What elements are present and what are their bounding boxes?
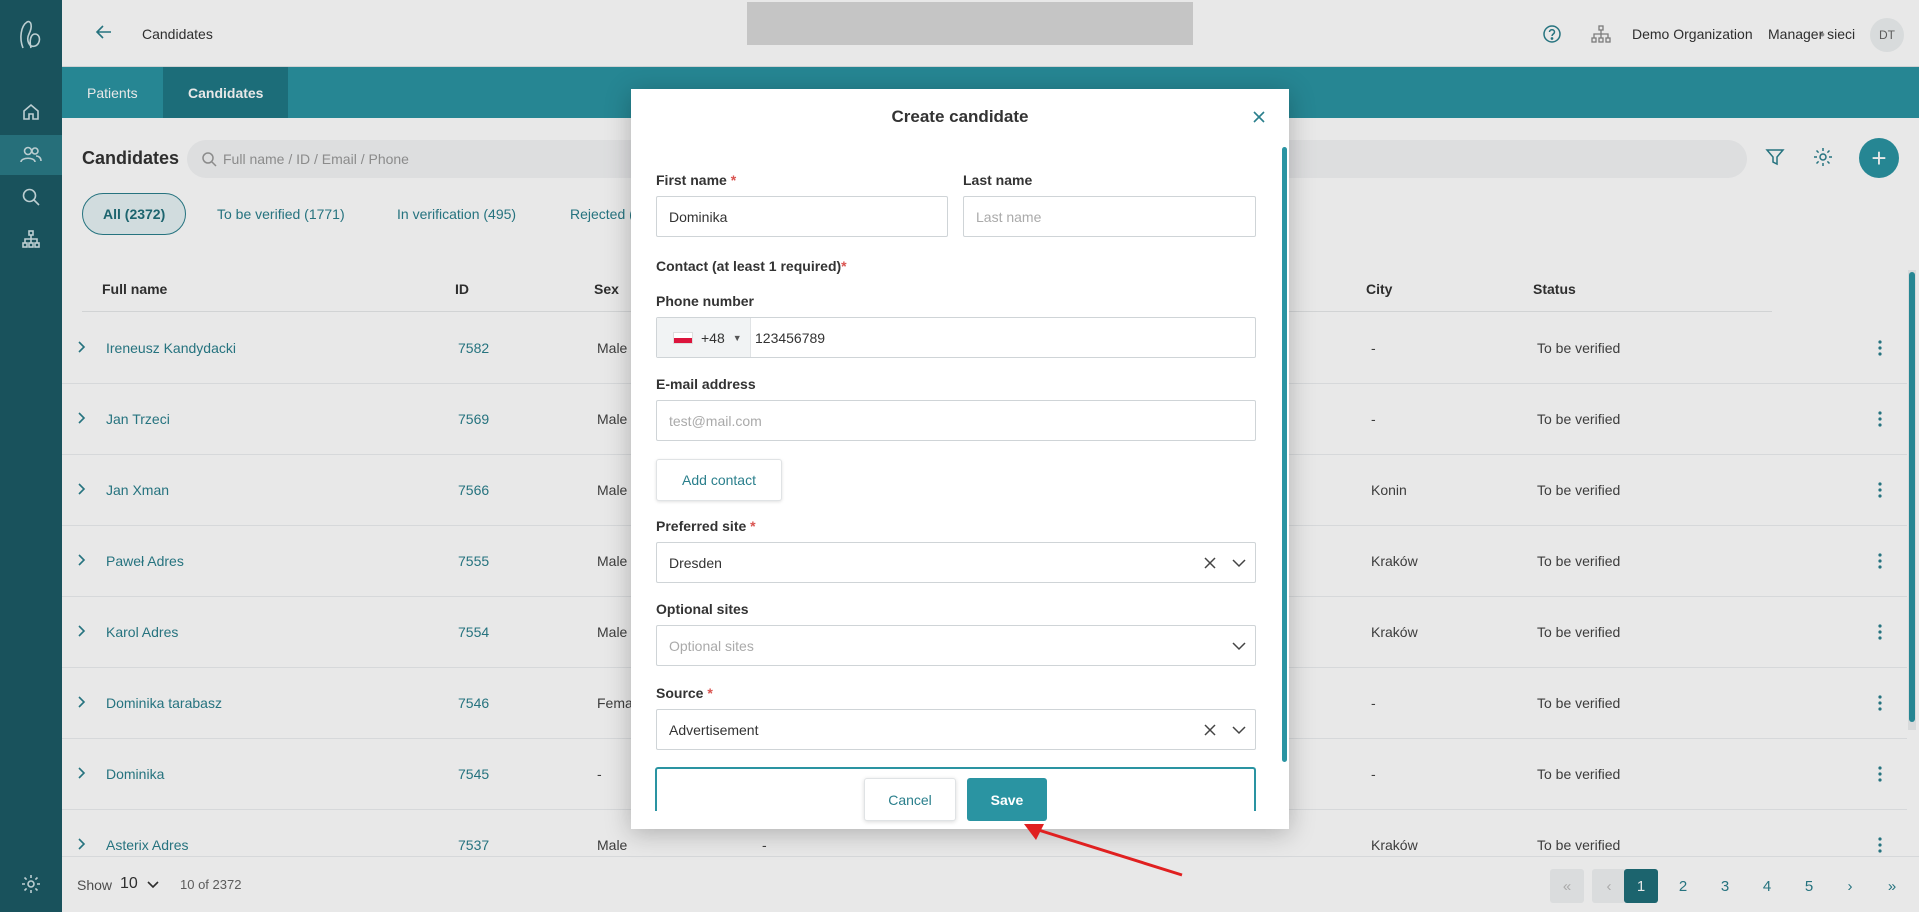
- preferred-site-label: Preferred site *: [656, 518, 756, 534]
- email-field[interactable]: test@mail.com: [656, 400, 1256, 441]
- country-code-select[interactable]: +48 ▼: [657, 318, 751, 357]
- source-label: Source *: [656, 685, 713, 701]
- cancel-button[interactable]: Cancel: [864, 778, 956, 821]
- preferred-site-value: Dresden: [669, 555, 722, 571]
- first-name-field[interactable]: Dominika: [656, 196, 948, 237]
- save-button[interactable]: Save: [967, 778, 1047, 821]
- poland-flag-icon: [673, 331, 693, 344]
- last-name-field[interactable]: Last name: [963, 196, 1256, 237]
- clear-icon[interactable]: [1203, 723, 1217, 737]
- phone-number-value: 123456789: [755, 330, 826, 346]
- first-name-value: Dominika: [669, 209, 728, 225]
- first-name-label: First name *: [656, 172, 737, 188]
- chevron-down-icon[interactable]: [1231, 557, 1247, 569]
- country-code-value: +48: [701, 329, 725, 346]
- chevron-down-icon[interactable]: [1231, 724, 1247, 736]
- optional-sites-placeholder: Optional sites: [669, 638, 754, 654]
- create-candidate-dialog: Create candidate First name * Dominika L…: [631, 89, 1289, 829]
- email-label: E-mail address: [656, 376, 756, 392]
- email-placeholder: test@mail.com: [669, 413, 762, 429]
- phone-number-label: Phone number: [656, 293, 755, 309]
- source-value: Advertisement: [669, 722, 759, 738]
- annotation-arrow-icon: [1024, 824, 1183, 877]
- chevron-down-icon[interactable]: [1231, 640, 1247, 652]
- optional-sites-select[interactable]: Optional sites: [656, 625, 1256, 666]
- close-icon[interactable]: [1251, 109, 1267, 125]
- optional-sites-label: Optional sites: [656, 601, 749, 617]
- clear-icon[interactable]: [1203, 556, 1217, 570]
- phone-number-field[interactable]: +48 ▼ 123456789: [656, 317, 1256, 358]
- last-name-placeholder: Last name: [976, 209, 1042, 225]
- dialog-scrollbar[interactable]: [1282, 147, 1287, 762]
- preferred-site-select[interactable]: Dresden: [656, 542, 1256, 583]
- add-contact-button[interactable]: Add contact: [656, 459, 782, 501]
- contact-label: Contact (at least 1 required)*: [656, 258, 847, 274]
- source-select[interactable]: Advertisement: [656, 709, 1256, 750]
- dialog-title: Create candidate: [891, 107, 1029, 126]
- last-name-label: Last name: [963, 172, 1033, 188]
- caret-down-icon: ▼: [732, 332, 742, 343]
